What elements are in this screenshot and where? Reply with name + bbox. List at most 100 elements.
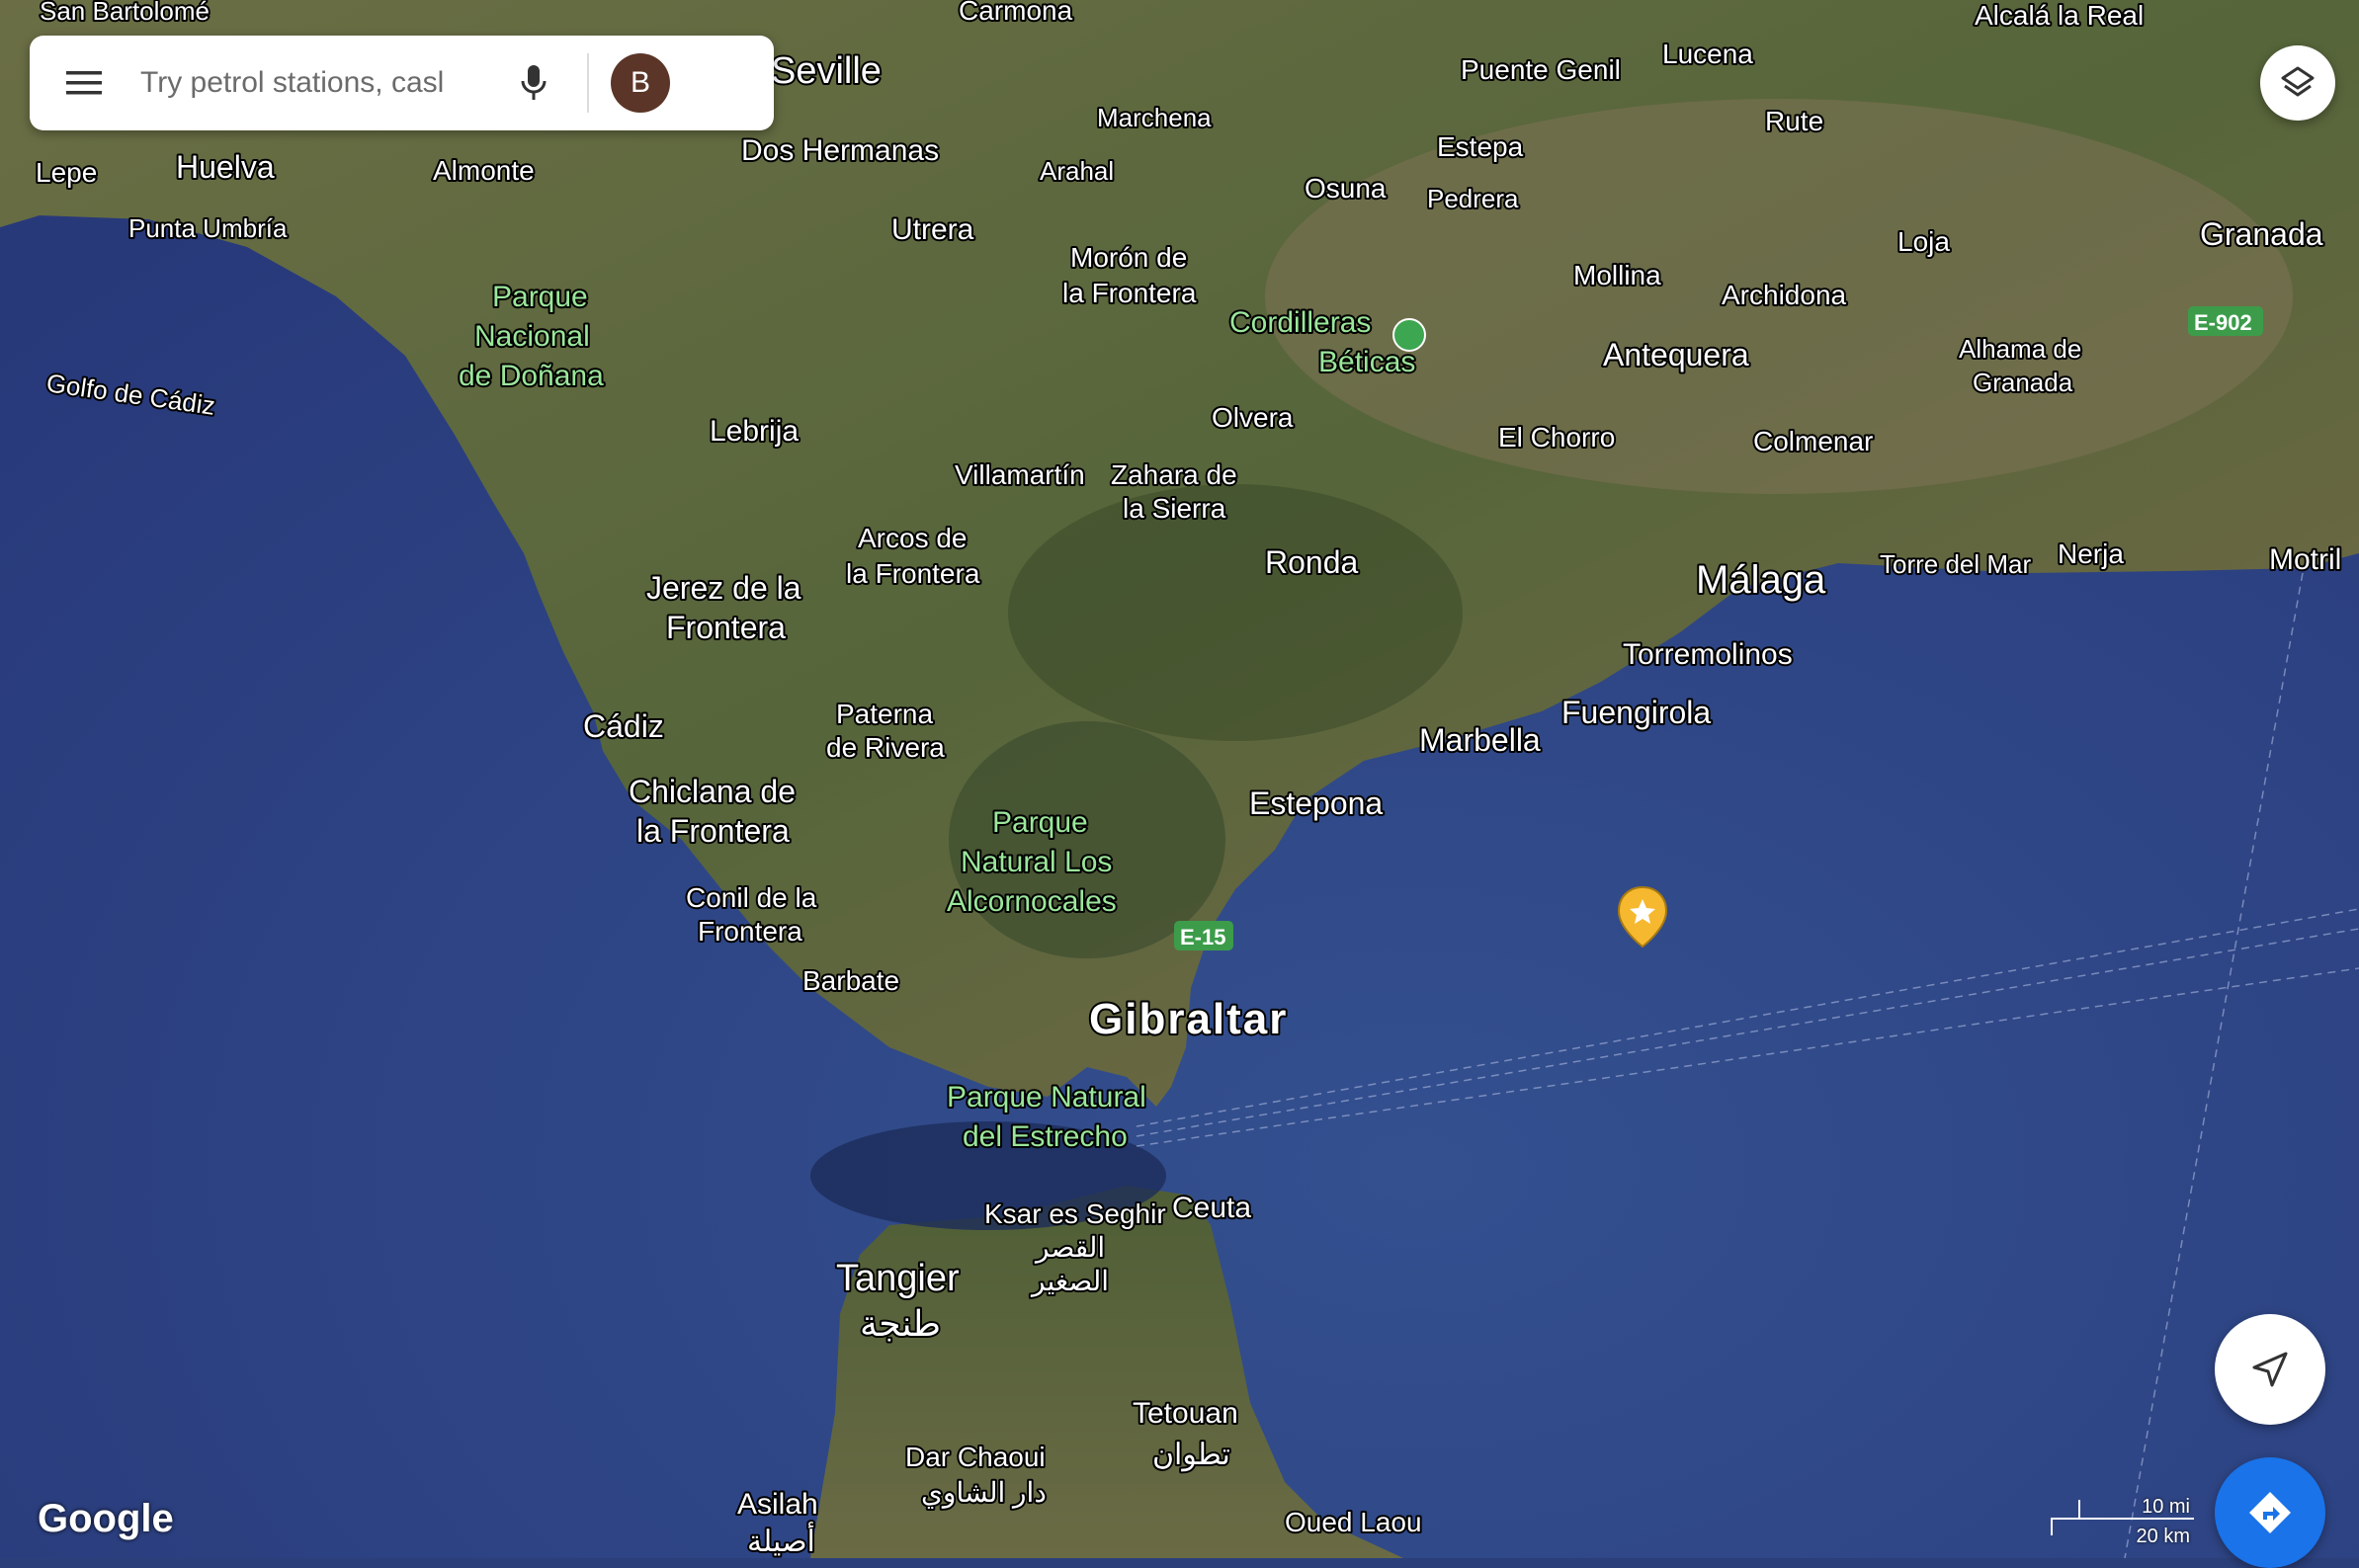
place-label: Punta Umbría [128,213,288,243]
place-label: دار الشاوي [921,1477,1047,1509]
place-label: Conil de la [686,882,817,913]
place-label: Cádiz [583,708,664,744]
divider [587,53,589,113]
layers-button[interactable] [2260,45,2335,121]
place-label: Arahal [1040,156,1114,186]
place-label: Olvera [1212,402,1294,433]
place-label: Frontera [666,610,786,645]
place-label: Ceuta [1172,1192,1251,1224]
place-label: Ronda [1265,544,1359,580]
place-label: القصر [1034,1232,1105,1264]
google-logo: Google [38,1497,174,1540]
satellite-map[interactable]: San Bartolomé Carmona Alcalá la Real Sev… [0,0,2359,1558]
directions-icon [2249,1492,2291,1533]
road-label: E-15 [1180,925,1225,949]
place-label: Dar Chaoui [905,1442,1046,1472]
park-label: Alcornocales [947,885,1117,918]
place-label: Asilah [737,1488,818,1521]
place-label: Seville [771,50,882,92]
voice-search-button[interactable] [494,36,573,130]
park-label: de Doñana [459,360,604,392]
place-label: أصيلة [747,1522,815,1558]
place-label: El Chorro [1498,422,1615,453]
search-input[interactable] [138,65,478,101]
place-label: Chiclana de [629,774,796,809]
place-label: de Rivera [826,732,945,763]
place-label: Antequera [1603,337,1749,372]
mountain-shade [1008,484,1463,741]
my-location-button[interactable] [2215,1314,2325,1425]
place-label: طنجة [860,1303,941,1344]
place-label: Archidona [1722,280,1847,310]
place-label: Torremolinos [1623,638,1793,671]
place-label: Nerja [2058,538,2124,569]
place-label: تطوان [1152,1439,1230,1472]
place-label: Fuengirola [1561,695,1711,730]
place-label: Jerez de la [646,570,801,606]
scale-tick [2078,1500,2080,1518]
park-label: Cordilleras [1229,306,1371,339]
place-label: Alhama de [1959,334,2081,364]
layers-icon [2281,66,2315,97]
mic-icon [521,65,547,100]
place-label: Paterna [836,699,933,729]
place-label: Motril [2269,543,2341,576]
place-label: Rute [1765,106,1823,136]
place-label: Marchena [1097,103,1212,132]
place-label: Estepona [1249,785,1383,821]
place-label: Osuna [1305,173,1387,204]
park-label: del Estrecho [963,1120,1128,1153]
place-label: Barbate [802,965,899,996]
road-label: E-902 [2194,310,2252,335]
place-label: Mollina [1573,260,1661,290]
place-label: la Frontera [846,558,980,589]
place-label: Lucena [1662,39,1753,69]
place-label: Oued Laou [1285,1507,1422,1537]
place-label: Tangier [836,1258,960,1299]
place-label: la Sierra [1123,493,1226,524]
place-label: Granada [1973,368,2073,397]
place-label: Arcos de [858,523,968,553]
park-marker-icon [1392,318,1426,352]
menu-icon [66,71,102,95]
park-label: Parque [492,281,588,313]
directions-button[interactable] [2215,1457,2325,1568]
park-label: Natural Los [961,846,1112,878]
place-label: la Frontera [1062,278,1197,308]
park-label: Parque [992,806,1088,839]
park-label: Béticas [1318,346,1415,378]
place-label: Frontera [698,916,802,947]
place-label: Marbella [1419,722,1541,758]
place-label: Tetouan [1133,1397,1238,1430]
place-label: Dos Hermanas [741,134,939,167]
search-bar: B [30,36,774,130]
park-label: Parque Natural [947,1081,1146,1114]
place-label: Lepe [36,157,97,188]
park-label: Nacional [474,320,590,353]
scale-tick [2051,1518,2053,1535]
place-label: Ksar es Seghir [984,1198,1166,1229]
place-label: Málaga [1696,558,1826,602]
place-label: Zahara de [1111,459,1237,490]
place-label: Alcalá la Real [1975,0,2144,31]
place-label: Pedrera [1427,184,1519,213]
place-label: Lebrija [710,415,799,448]
place-label: Loja [1897,226,1950,257]
place-label: Villamartín [955,459,1085,490]
navigation-arrow-icon [2252,1352,2288,1387]
place-label: la Frontera [636,813,790,849]
place-label: Utrera [891,213,974,246]
scale-kilometers: 20 km [2136,1526,2190,1547]
place-label: Granada [2200,216,2323,252]
place-label: Torre del Mar [1880,549,2031,579]
place-label: Almonte [433,155,535,186]
scale-miles: 10 mi [2142,1496,2190,1518]
place-label: الصغير [1030,1266,1109,1297]
place-label: Carmona [959,0,1073,26]
place-label: Estepa [1437,131,1524,162]
place-label: Colmenar [1753,426,1873,456]
avatar[interactable]: B [611,53,670,113]
scale-bar: 10 mi 20 km [2051,1492,2194,1547]
place-label: Puente Genil [1461,54,1621,85]
menu-button[interactable] [30,36,138,130]
